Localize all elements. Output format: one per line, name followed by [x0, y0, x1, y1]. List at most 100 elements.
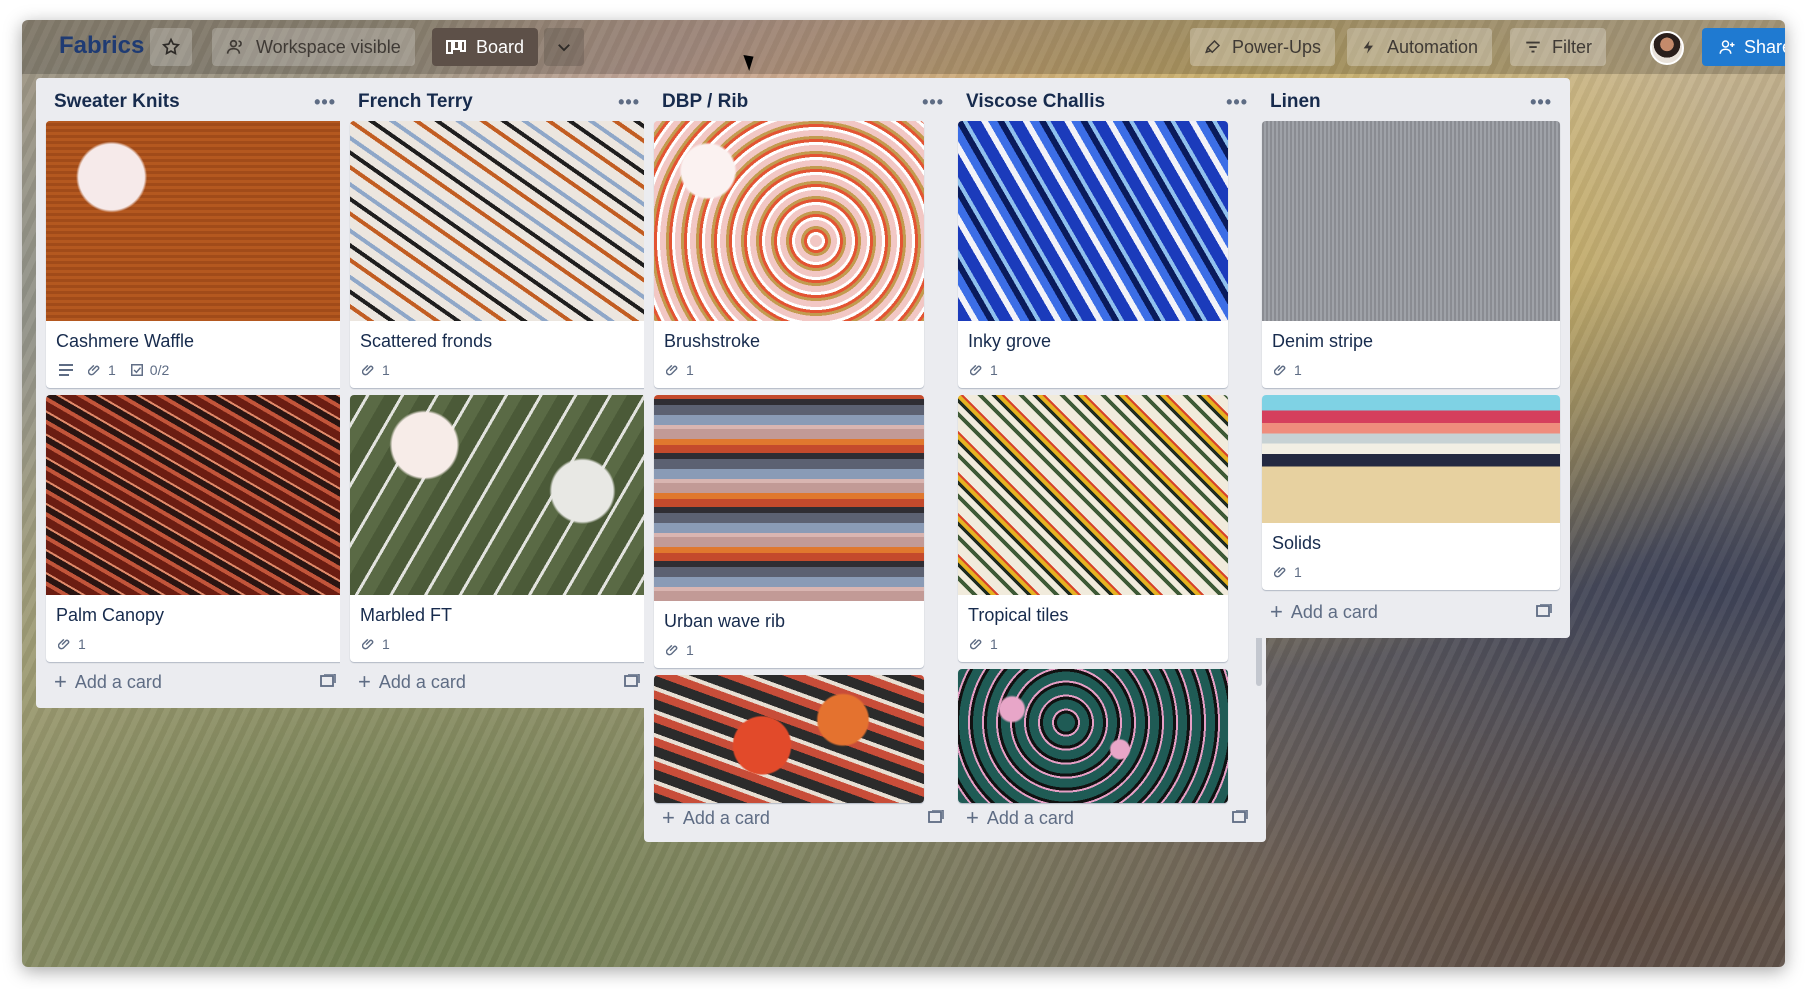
list-menu-icon[interactable]: •••: [1530, 92, 1552, 113]
list-title[interactable]: French Terry: [358, 91, 473, 113]
share-label: Share: [1744, 36, 1785, 57]
card-template-icon[interactable]: [1232, 808, 1248, 829]
card-badges: 1: [350, 630, 648, 662]
automation-button[interactable]: Automation: [1347, 28, 1493, 66]
attachment-badge: 1: [1274, 564, 1302, 580]
card-badges: 1 0/2: [46, 356, 344, 388]
plus-icon: +: [54, 669, 67, 694]
chevron-down-icon: [558, 44, 570, 52]
share-button[interactable]: Share: [1702, 28, 1785, 66]
checklist-count: 0/2: [149, 362, 170, 378]
card[interactable]: [654, 675, 924, 803]
paperclip-icon: [1274, 566, 1286, 578]
filter-button[interactable]: Filter: [1510, 28, 1606, 66]
list-title[interactable]: Sweater Knits: [54, 91, 180, 113]
power-ups-button[interactable]: Power-Ups: [1190, 28, 1336, 66]
add-card-label: Add a card: [986, 807, 1074, 828]
member-avatar[interactable]: [1650, 31, 1684, 65]
card[interactable]: Solids 1: [1262, 395, 1560, 590]
list-menu-icon[interactable]: •••: [922, 92, 944, 113]
card-title: Brushstroke: [664, 331, 761, 351]
list-title[interactable]: Viscose Challis: [966, 91, 1105, 113]
card[interactable]: Brushstroke 1: [654, 121, 924, 388]
card[interactable]: Scattered fronds 1: [350, 121, 648, 388]
card[interactable]: Marbled FT 1: [350, 395, 648, 662]
paperclip-icon: [1274, 364, 1286, 376]
star-button[interactable]: [150, 28, 192, 66]
filter-icon: [1526, 41, 1540, 53]
list-linen: Linen ••• Denim stripe 1 Solids 1 + Add …: [1252, 78, 1570, 638]
card-title: Marbled FT: [360, 605, 453, 625]
list-title[interactable]: Linen: [1270, 91, 1321, 113]
list-title[interactable]: DBP / Rib: [662, 91, 748, 113]
paperclip-icon: [970, 364, 982, 376]
attachment-badge: 1: [88, 362, 116, 378]
paperclip-icon: [58, 638, 70, 650]
list-viscose-challis: Viscose Challis ••• Inky grove 1 Tropica…: [948, 78, 1266, 842]
list-dbp-rib: DBP / Rib ••• Brushstroke 1 Urban wave r…: [644, 78, 962, 842]
card[interactable]: Denim stripe 1: [1262, 121, 1560, 388]
attachment-badge: 1: [666, 362, 694, 378]
paperclip-icon: [666, 644, 678, 656]
attachment-badge: 1: [666, 642, 694, 658]
attachment-count: 1: [108, 362, 116, 378]
checkbox-icon: [130, 364, 143, 376]
card-title: Tropical tiles: [968, 605, 1069, 625]
add-card-label: Add a card: [74, 671, 162, 692]
card-template-icon[interactable]: [320, 672, 336, 693]
list-header: French Terry •••: [340, 78, 658, 126]
card-title: Palm Canopy: [56, 605, 165, 625]
list-menu-icon[interactable]: •••: [618, 92, 640, 113]
card-badges: 1: [654, 356, 924, 388]
add-card-button[interactable]: + Add a card: [958, 800, 1256, 836]
card-cover-image: [958, 121, 1228, 321]
paperclip-icon: [362, 364, 374, 376]
attachment-badge: 1: [1274, 362, 1302, 378]
card[interactable]: Palm Canopy 1: [46, 395, 344, 662]
view-switcher-button[interactable]: [544, 28, 584, 66]
card-title: Cashmere Waffle: [56, 331, 195, 351]
card[interactable]: [958, 669, 1228, 803]
card-cover-image: [1262, 395, 1560, 523]
add-card-button[interactable]: + Add a card: [46, 664, 344, 700]
card-title: Inky grove: [968, 331, 1052, 351]
add-card-button[interactable]: + Add a card: [350, 664, 648, 700]
card-badges: 1: [1262, 356, 1560, 388]
card-badges: 1: [350, 356, 648, 388]
card-cover-image: [350, 395, 648, 595]
board-header: Fabrics Workspace visible Board Power-Up…: [22, 20, 1785, 74]
paperclip-icon: [362, 638, 374, 650]
list-menu-icon[interactable]: •••: [314, 92, 336, 113]
attachment-count: 1: [1294, 362, 1302, 378]
card-template-icon[interactable]: [928, 808, 944, 829]
card-badges: 1: [654, 636, 924, 668]
plus-icon: +: [1270, 599, 1283, 624]
card-template-icon[interactable]: [624, 672, 640, 693]
attachment-badge: 1: [970, 362, 998, 378]
rocket-icon: [1205, 39, 1221, 54]
card-cover-image: [46, 121, 344, 321]
board-title[interactable]: Fabrics: [59, 32, 144, 60]
plus-icon: +: [662, 805, 675, 830]
attachment-badge: 1: [362, 636, 390, 652]
card-cover-image: [350, 121, 648, 321]
card-title: Urban wave rib: [664, 611, 786, 631]
add-card-button[interactable]: + Add a card: [654, 800, 952, 836]
workspace-visibility-button[interactable]: Workspace visible: [212, 28, 415, 66]
card[interactable]: Tropical tiles 1: [958, 395, 1228, 662]
checklist-badge: 0/2: [130, 362, 169, 378]
card[interactable]: Cashmere Waffle 1 0/2: [46, 121, 344, 388]
add-person-icon: [1719, 40, 1735, 54]
board-view-button[interactable]: Board: [432, 28, 539, 66]
attachment-count: 1: [78, 636, 86, 652]
list-header: DBP / Rib •••: [644, 78, 962, 126]
add-card-button[interactable]: + Add a card: [1262, 594, 1560, 630]
list-menu-icon[interactable]: •••: [1226, 92, 1248, 113]
card[interactable]: Urban wave rib 1: [654, 395, 924, 668]
attachment-count: 1: [686, 642, 694, 658]
card[interactable]: Inky grove 1: [958, 121, 1228, 388]
list-header: Sweater Knits •••: [36, 78, 354, 126]
card-template-icon[interactable]: [1536, 602, 1552, 623]
card-title: Solids: [1272, 533, 1322, 553]
card-badges: 1: [958, 630, 1228, 662]
